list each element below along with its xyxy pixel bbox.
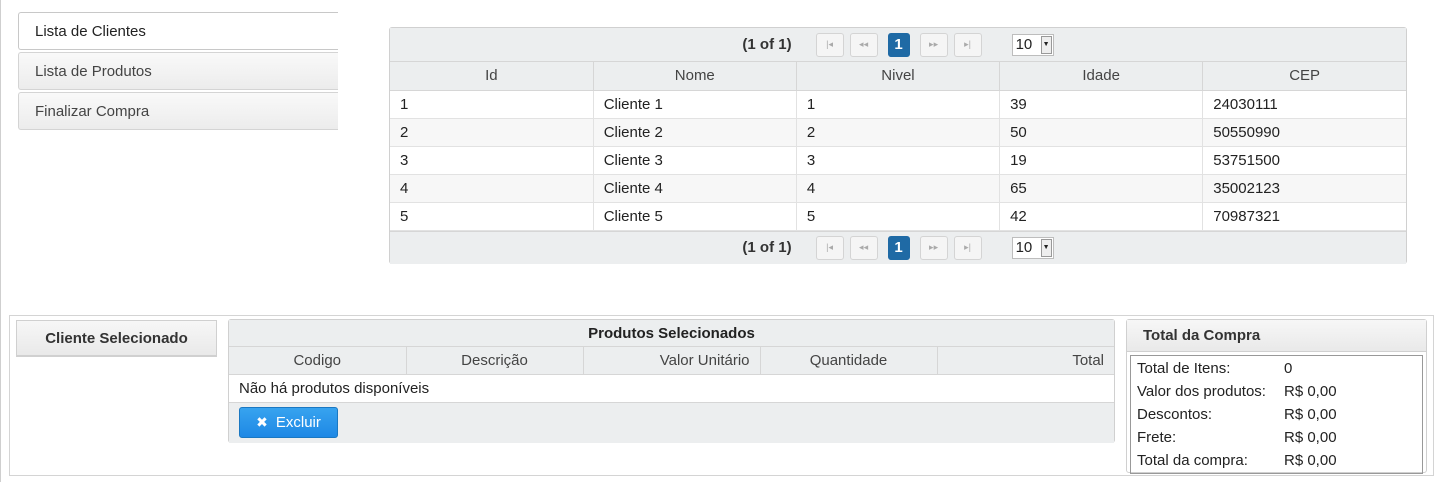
close-icon: ✖: [256, 413, 268, 430]
paginator-top: (1 of 1) |◂ ◂◂ 1 ▸▸ ▸| 10 ▼: [390, 28, 1406, 62]
table-row[interactable]: 1 Cliente 1 1 39 24030111: [390, 90, 1406, 119]
table-row[interactable]: 2 Cliente 2 2 50 50550990: [390, 118, 1406, 147]
cell-id: 2: [390, 118, 594, 147]
cell-nivel: 1: [796, 90, 1001, 119]
cell-idade: 65: [999, 174, 1204, 203]
cell-cep: 24030111: [1202, 90, 1406, 119]
checkout-panel: Cliente Selecionado Produtos Selecionado…: [9, 315, 1434, 476]
total-row: Descontos: R$ 0,00: [1137, 403, 1416, 426]
menu-item-lista-clientes[interactable]: Lista de Clientes: [18, 12, 338, 50]
delete-button[interactable]: ✖ Excluir: [239, 406, 338, 438]
tab-menu: Lista de Clientes Lista de Produtos Fina…: [18, 12, 338, 132]
total-value: R$ 0,00: [1284, 429, 1337, 446]
cell-id: 3: [390, 146, 594, 175]
dropdown-arrow-icon[interactable]: ▼: [1040, 238, 1052, 257]
purchase-total-panel: Total da Compra Total de Itens: 0 Valor …: [1126, 319, 1427, 474]
cell-cep: 70987321: [1202, 202, 1406, 231]
empty-message: Não há produtos disponíveis: [229, 375, 1114, 403]
selected-products-title: Produtos Selecionados: [229, 320, 1114, 347]
menu-item-finalizar-compra[interactable]: Finalizar Compra: [18, 92, 338, 130]
total-row: Total da compra: R$ 0,00: [1137, 449, 1416, 472]
page-number-button[interactable]: 1: [887, 32, 910, 57]
total-label: Descontos:: [1137, 406, 1213, 423]
cell-nivel: 5: [796, 202, 1001, 231]
cell-id: 5: [390, 202, 594, 231]
cell-id: 1: [390, 90, 594, 119]
first-page-icon[interactable]: |◂: [815, 32, 844, 57]
clients-datatable: (1 of 1) |◂ ◂◂ 1 ▸▸ ▸| 10 ▼ Id Nome Nive…: [389, 27, 1407, 264]
cell-nome: Cliente 3: [593, 146, 797, 175]
last-page-icon[interactable]: ▸|: [953, 235, 982, 260]
rows-per-page-select[interactable]: 10 ▼: [1011, 33, 1054, 56]
selected-products-datatable: Produtos Selecionados Codigo Descrição V…: [228, 319, 1115, 443]
column-header-valor-unitario[interactable]: Valor Unitário: [583, 347, 761, 375]
cell-cep: 35002123: [1202, 174, 1406, 203]
total-value: R$ 0,00: [1284, 406, 1337, 423]
table-header-row: Id Nome Nivel Idade CEP: [390, 62, 1406, 91]
table-row[interactable]: 4 Cliente 4 4 65 35002123: [390, 174, 1406, 203]
cell-nivel: 3: [796, 146, 1001, 175]
delete-button-label: Excluir: [275, 413, 321, 431]
cell-cep: 53751500: [1202, 146, 1406, 175]
cell-id: 4: [390, 174, 594, 203]
selected-products-footer: ✖ Excluir: [229, 402, 1114, 443]
total-label: Total da compra:: [1137, 452, 1248, 469]
rows-per-page-value: 10: [1015, 239, 1033, 256]
total-label: Total de Itens:: [1137, 360, 1231, 377]
rows-per-page-select[interactable]: 10 ▼: [1011, 236, 1054, 259]
total-value: R$ 0,00: [1284, 383, 1337, 400]
page-report: (1 of 1): [742, 239, 792, 256]
column-header-quantidade[interactable]: Quantidade: [760, 347, 938, 375]
table-header-row: Codigo Descrição Valor Unitário Quantida…: [229, 347, 1114, 375]
prev-page-icon[interactable]: ◂◂: [849, 235, 878, 260]
column-header-nome[interactable]: Nome: [593, 62, 797, 91]
column-header-codigo[interactable]: Codigo: [229, 347, 407, 375]
cell-idade: 39: [999, 90, 1204, 119]
total-value: 0: [1284, 360, 1293, 377]
page-report: (1 of 1): [742, 36, 792, 53]
next-page-icon[interactable]: ▸▸: [919, 235, 948, 260]
menu-item-lista-produtos[interactable]: Lista de Produtos: [18, 52, 338, 90]
window-edge: [0, 0, 1, 482]
column-header-descricao[interactable]: Descrição: [406, 347, 584, 375]
last-page-icon[interactable]: ▸|: [953, 32, 982, 57]
page-number-button[interactable]: 1: [887, 235, 910, 260]
table-row[interactable]: 5 Cliente 5 5 42 70987321: [390, 202, 1406, 231]
cell-idade: 42: [999, 202, 1204, 231]
selected-products-table: Codigo Descrição Valor Unitário Quantida…: [229, 347, 1114, 375]
cell-nome: Cliente 5: [593, 202, 797, 231]
cell-nome: Cliente 1: [593, 90, 797, 119]
total-label: Valor dos produtos:: [1137, 383, 1266, 400]
cell-idade: 50: [999, 118, 1204, 147]
cell-nome: Cliente 4: [593, 174, 797, 203]
total-row: Total de Itens: 0: [1137, 357, 1416, 380]
column-header-idade[interactable]: Idade: [999, 62, 1204, 91]
paginator-bottom: (1 of 1) |◂ ◂◂ 1 ▸▸ ▸| 10 ▼: [390, 230, 1406, 264]
table-row[interactable]: 3 Cliente 3 3 19 53751500: [390, 146, 1406, 175]
first-page-icon[interactable]: |◂: [815, 235, 844, 260]
column-header-total[interactable]: Total: [937, 347, 1114, 375]
dropdown-arrow-icon[interactable]: ▼: [1040, 35, 1052, 54]
total-value: R$ 0,00: [1284, 452, 1337, 469]
selected-client-header[interactable]: Cliente Selecionado: [16, 320, 217, 356]
column-header-id[interactable]: Id: [390, 62, 594, 91]
column-header-cep[interactable]: CEP: [1202, 62, 1406, 91]
rows-per-page-value: 10: [1015, 36, 1033, 53]
total-row: Frete: R$ 0,00: [1137, 426, 1416, 449]
column-header-nivel[interactable]: Nivel: [796, 62, 1001, 91]
next-page-icon[interactable]: ▸▸: [919, 32, 948, 57]
clients-table: Id Nome Nivel Idade CEP 1 Cliente 1 1 39…: [390, 62, 1406, 231]
cell-nome: Cliente 2: [593, 118, 797, 147]
cell-cep: 50550990: [1202, 118, 1406, 147]
cell-nivel: 2: [796, 118, 1001, 147]
selected-client-body: [16, 356, 217, 358]
total-row: Valor dos produtos: R$ 0,00: [1137, 380, 1416, 403]
prev-page-icon[interactable]: ◂◂: [849, 32, 878, 57]
purchase-total-title: Total da Compra: [1127, 320, 1426, 352]
purchase-total-body: Total de Itens: 0 Valor dos produtos: R$…: [1130, 355, 1423, 474]
cell-idade: 19: [999, 146, 1204, 175]
total-label: Frete:: [1137, 429, 1177, 446]
cell-nivel: 4: [796, 174, 1001, 203]
